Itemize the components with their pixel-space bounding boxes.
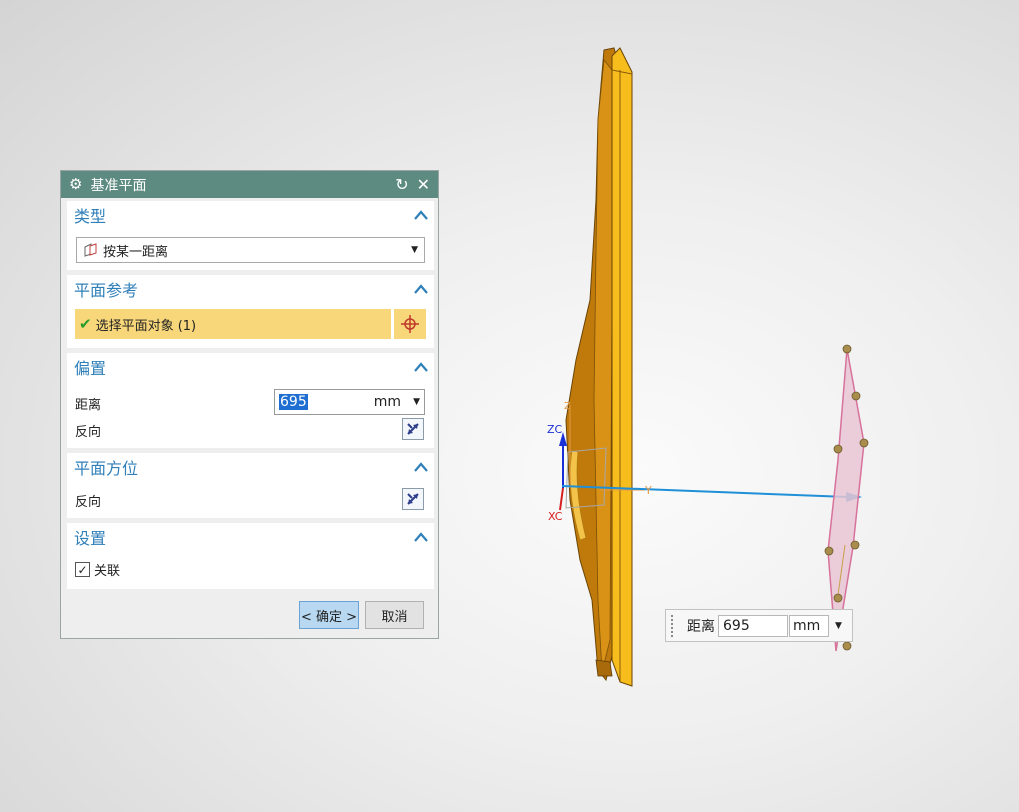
zc-label: ZC [547, 423, 563, 436]
select-planar-object[interactable]: ✔ 选择平面对象 (1) [75, 309, 391, 339]
type-section-header[interactable]: 类型 [67, 201, 434, 229]
handle-point[interactable] [833, 444, 843, 454]
plane-orientation-section: 平面方位 反向 [67, 453, 434, 518]
close-icon[interactable]: ✕ [417, 176, 430, 193]
orient-reverse-row: 反向 [75, 491, 101, 510]
chevron-up-icon[interactable] [414, 284, 428, 294]
onscreen-distance-unit[interactable]: mm [789, 614, 829, 637]
type-dropdown[interactable]: 按某一距离 ▼ [76, 237, 425, 263]
reverse-label: 反向 [75, 425, 102, 440]
cancel-button[interactable]: 取消 [365, 601, 424, 629]
reset-icon[interactable]: ↻ [395, 176, 408, 193]
handle-point[interactable] [850, 540, 860, 550]
distance-input[interactable]: 695 mm ▼ [274, 389, 425, 415]
offset-section: 偏置 距离 695 mm ▼ 反向 [67, 353, 434, 448]
handle-point[interactable] [842, 344, 852, 354]
at-distance-icon [84, 243, 97, 257]
type-section-label: 类型 [74, 207, 107, 226]
onscreen-distance-input: 距离 695 mm ▼ [665, 609, 853, 642]
settings-section: 设置 ✓ 关联 [67, 523, 434, 589]
crosshair-select-button[interactable] [394, 309, 426, 339]
chevron-up-icon[interactable] [414, 462, 428, 472]
chevron-down-icon[interactable]: ▼ [835, 621, 842, 631]
offset-section-label: 偏置 [74, 359, 107, 378]
dialog-title: 基准平面 [90, 177, 147, 194]
crosshair-icon [401, 315, 419, 333]
onscreen-distance-value[interactable]: 695 [718, 614, 788, 637]
associative-row[interactable]: ✓ 关联 [75, 560, 120, 579]
plane-reference-section: 平面参考 ✔ 选择平面对象 (1) [67, 275, 434, 348]
type-dropdown-value: 按某一距离 [103, 244, 169, 260]
orient-reverse-button[interactable] [402, 488, 424, 510]
distance-unit: mm [373, 394, 402, 410]
type-section: 类型 按某一距离 ▼ [67, 201, 434, 270]
part-front-face[interactable] [611, 47, 633, 687]
chevron-up-icon[interactable] [414, 532, 428, 542]
distance-value[interactable]: 695 [279, 394, 308, 410]
handle-point[interactable] [824, 546, 834, 556]
onscreen-distance-label: 距离 [687, 618, 715, 635]
drag-grip[interactable] [671, 614, 677, 637]
orient-reverse-label: 反向 [75, 495, 102, 510]
plane-reference-label: 平面参考 [74, 281, 139, 300]
offset-section-header[interactable]: 偏置 [67, 353, 434, 381]
checkmark-icon: ✔ [79, 315, 92, 333]
handle-point[interactable] [851, 391, 861, 401]
y-label: Y [644, 484, 652, 497]
xc-label: XC [548, 510, 563, 523]
select-planar-object-label: 选择平面对象 (1) [95, 318, 197, 334]
settings-section-label: 设置 [74, 529, 107, 548]
xc-axis [559, 487, 564, 511]
dialog-titlebar[interactable]: ⚙ 基准平面 ↻ ✕ [61, 171, 438, 198]
reverse-direction-button[interactable] [402, 418, 424, 440]
z-label: Z [564, 401, 571, 412]
reverse-direction-icon [407, 423, 419, 435]
plane-orientation-label: 平面方位 [74, 459, 139, 478]
handle-point[interactable] [859, 438, 869, 448]
distance-label: 距离 [75, 398, 102, 413]
handle-point[interactable] [842, 641, 852, 651]
chevron-up-icon[interactable] [414, 362, 428, 372]
part-foot [595, 659, 613, 677]
associative-checkbox[interactable]: ✓ [75, 562, 90, 577]
chevron-down-icon[interactable]: ▼ [413, 397, 420, 407]
chevron-up-icon[interactable] [414, 210, 428, 220]
plane-reference-header[interactable]: 平面参考 [67, 275, 434, 303]
plane-orientation-header[interactable]: 平面方位 [67, 453, 434, 481]
reverse-row: 反向 [75, 421, 101, 440]
handle-point[interactable] [833, 593, 843, 603]
distance-row: 距离 [75, 394, 101, 413]
ok-button[interactable]: < 确定 > [299, 601, 359, 629]
datum-plane-dialog: ⚙ 基准平面 ↻ ✕ 类型 按某一距离 ▼ 平面参考 ✔ 选择平面对象 (1) [60, 170, 439, 639]
chevron-down-icon[interactable]: ▼ [411, 245, 418, 255]
reverse-direction-icon [407, 493, 419, 505]
associative-label: 关联 [94, 564, 121, 579]
gear-icon[interactable]: ⚙ [69, 177, 82, 192]
settings-section-header[interactable]: 设置 [67, 523, 434, 551]
